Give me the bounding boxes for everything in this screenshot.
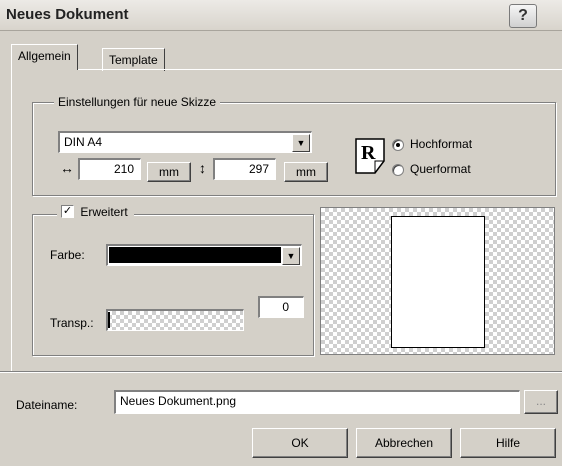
extended-group: [32, 214, 314, 356]
preview-page: [391, 216, 485, 348]
transparency-slider[interactable]: [106, 309, 244, 331]
cancel-button[interactable]: Abbrechen: [356, 428, 452, 458]
help-title-button[interactable]: ?: [509, 4, 537, 28]
extended-label: Erweitert: [80, 205, 128, 219]
preview-area: [320, 207, 555, 355]
tab-allgemein[interactable]: Allgemein: [11, 44, 78, 70]
hochformat-label: Hochformat: [410, 137, 473, 151]
querformat-label: Querformat: [410, 162, 471, 176]
window-title: Neues Dokument: [6, 6, 129, 23]
paper-size-dropdown[interactable]: DIN A4 ▼: [58, 131, 312, 153]
paper-size-value: DIN A4: [64, 135, 103, 149]
height-arrow-icon: ↕: [199, 160, 206, 176]
extended-checkbox[interactable]: ✓: [61, 205, 74, 219]
ok-button[interactable]: OK: [252, 428, 348, 458]
chevron-down-icon[interactable]: ▼: [292, 134, 310, 152]
orientation-icon: R: [355, 138, 385, 174]
hochformat-radio[interactable]: [392, 139, 404, 151]
help-button[interactable]: Hilfe: [460, 428, 556, 458]
chevron-down-icon[interactable]: ▼: [282, 247, 300, 265]
settings-legend: Einstellungen für neue Skizze: [54, 95, 221, 109]
orientation-glyph: R: [361, 142, 376, 164]
transparency-label: Transp.:: [50, 316, 94, 330]
browse-button[interactable]: ...: [524, 390, 558, 414]
title-bar: Neues Dokument ?: [0, 0, 562, 31]
separator: [0, 371, 562, 373]
color-swatch: [109, 247, 281, 263]
transparency-slider-thumb[interactable]: [108, 312, 110, 328]
color-label: Farbe:: [50, 248, 85, 262]
width-input[interactable]: 210: [78, 158, 141, 180]
transparency-input[interactable]: 0: [258, 296, 304, 318]
filename-input[interactable]: Neues Dokument.png: [114, 390, 520, 414]
color-dropdown[interactable]: ▼: [106, 244, 302, 266]
querformat-radio[interactable]: [392, 164, 404, 176]
width-arrow-icon: ↔: [60, 160, 74, 176]
filename-label: Dateiname:: [16, 398, 78, 412]
extended-legend: ✓ Erweitert: [57, 205, 134, 220]
height-unit-button[interactable]: mm: [284, 162, 328, 182]
width-unit-button[interactable]: mm: [147, 162, 191, 182]
height-input[interactable]: 297: [213, 158, 276, 180]
tab-template[interactable]: Template: [102, 48, 165, 71]
